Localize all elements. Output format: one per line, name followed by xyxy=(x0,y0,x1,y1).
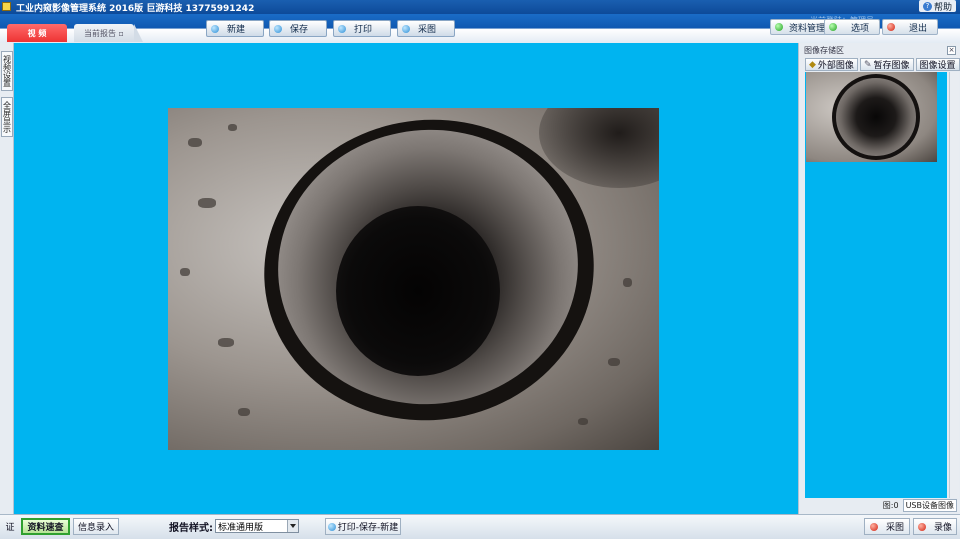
info-entry-button[interactable]: 信息录入 xyxy=(73,518,119,535)
image-thumbnail[interactable] xyxy=(806,72,937,162)
tab-video-settings[interactable]: 视频设置 xyxy=(1,51,13,91)
new-icon xyxy=(211,24,219,33)
save-icon xyxy=(274,24,282,33)
chevron-down-icon xyxy=(287,520,298,532)
capture-icon xyxy=(402,24,410,33)
app-icon xyxy=(2,2,11,11)
data-management-label: 资料管理 xyxy=(789,23,826,34)
main-toolbar: 视 频 当前报告 ▫ 新建 保存 打印 采图 当前登陆：管理员 资料管理 选项 … xyxy=(0,14,960,43)
options-label: 选项 xyxy=(851,23,870,34)
external-images-label: 外部图像 xyxy=(817,61,854,71)
quick-search-button[interactable]: 资料速查 xyxy=(21,518,70,535)
print-save-new-icon xyxy=(327,522,336,531)
tab-video[interactable]: 视 频 xyxy=(7,24,67,42)
report-style-select[interactable]: 标准通用版 xyxy=(215,519,299,533)
help-button[interactable]: ? 帮助 xyxy=(918,0,956,13)
tab-temp-images[interactable]: ✎ 暂存图像 xyxy=(859,58,914,71)
print-label: 打印 xyxy=(354,25,373,35)
record-icon xyxy=(917,522,926,531)
print-save-new-label: 打印-保存-新建 xyxy=(337,523,399,533)
exit-icon xyxy=(887,23,895,31)
window-title: 工业内窥影像管理系统 2016版 巨游科技 13775991242 xyxy=(16,4,255,14)
external-images-icon: ◆ xyxy=(809,59,816,70)
cert-label[interactable]: 证 xyxy=(2,518,18,535)
tab-image-settings[interactable]: 图像设置 xyxy=(915,58,960,71)
temp-images-label: 暂存图像 xyxy=(873,61,910,71)
record-button[interactable]: 录像 xyxy=(913,518,957,535)
help-label: 帮助 xyxy=(933,2,952,13)
image-storage-panel: 图像存储区 × ◆ 外部图像 ✎ 暂存图像 图像设置 图:0 USB设备图像 xyxy=(798,43,960,514)
tab-current-report[interactable]: 当前报告 ▫ xyxy=(74,24,143,42)
image-count: 图:0 xyxy=(882,500,899,510)
capture-label: 采图 xyxy=(418,25,437,35)
left-sidebar: 视频设置 全屏显示 xyxy=(0,43,14,514)
print-icon xyxy=(338,24,346,33)
print-button[interactable]: 打印 xyxy=(333,20,391,37)
data-management-icon xyxy=(775,23,783,31)
print-save-new-button[interactable]: 打印-保存-新建 xyxy=(325,518,401,535)
title-bar: 工业内窥影像管理系统 2016版 巨游科技 13775991242 ? 帮助 xyxy=(0,0,960,14)
video-display-area xyxy=(14,43,798,514)
image-panel-status: 图:0 USB设备图像 xyxy=(805,498,957,512)
capture-button[interactable]: 采图 xyxy=(397,20,455,37)
capture-record-icon xyxy=(869,522,878,531)
bottom-capture-button[interactable]: 采图 xyxy=(864,518,910,535)
save-label: 保存 xyxy=(290,25,309,35)
thumbnail-scrollbar[interactable] xyxy=(949,72,959,498)
image-settings-label: 图像设置 xyxy=(919,61,956,71)
close-icon[interactable]: × xyxy=(947,45,956,55)
tab-fullscreen[interactable]: 全屏显示 xyxy=(1,97,13,137)
usb-device-images-button[interactable]: USB设备图像 xyxy=(902,498,957,512)
tab-external-images[interactable]: ◆ 外部图像 xyxy=(805,58,858,71)
save-button[interactable]: 保存 xyxy=(269,20,327,37)
record-label: 录像 xyxy=(933,523,952,533)
options-icon xyxy=(829,23,837,31)
image-storage-title: 图像存储区 xyxy=(804,45,844,55)
live-camera-image xyxy=(168,108,659,450)
image-storage-header: 图像存储区 × xyxy=(801,44,959,56)
new-label: 新建 xyxy=(227,25,246,35)
help-icon: ? xyxy=(922,1,932,11)
new-button[interactable]: 新建 xyxy=(206,20,264,37)
exit-button[interactable]: 退出 xyxy=(882,19,938,35)
report-style-value: 标准通用版 xyxy=(218,522,264,533)
data-management-button[interactable]: 资料管理 xyxy=(770,19,826,35)
options-button[interactable]: 选项 xyxy=(824,19,880,35)
temp-images-icon: ✎ xyxy=(863,59,872,70)
thumbnail-list xyxy=(805,72,947,498)
exit-label: 退出 xyxy=(909,23,928,34)
bottom-bar: 证 资料速查 信息录入 报告样式: 标准通用版 打印-保存-新建 采图 录像 xyxy=(0,514,960,539)
bottom-capture-label: 采图 xyxy=(885,523,904,533)
report-style-label: 报告样式: xyxy=(169,523,213,534)
image-panel-tabs: ◆ 外部图像 ✎ 暂存图像 图像设置 xyxy=(805,58,960,71)
